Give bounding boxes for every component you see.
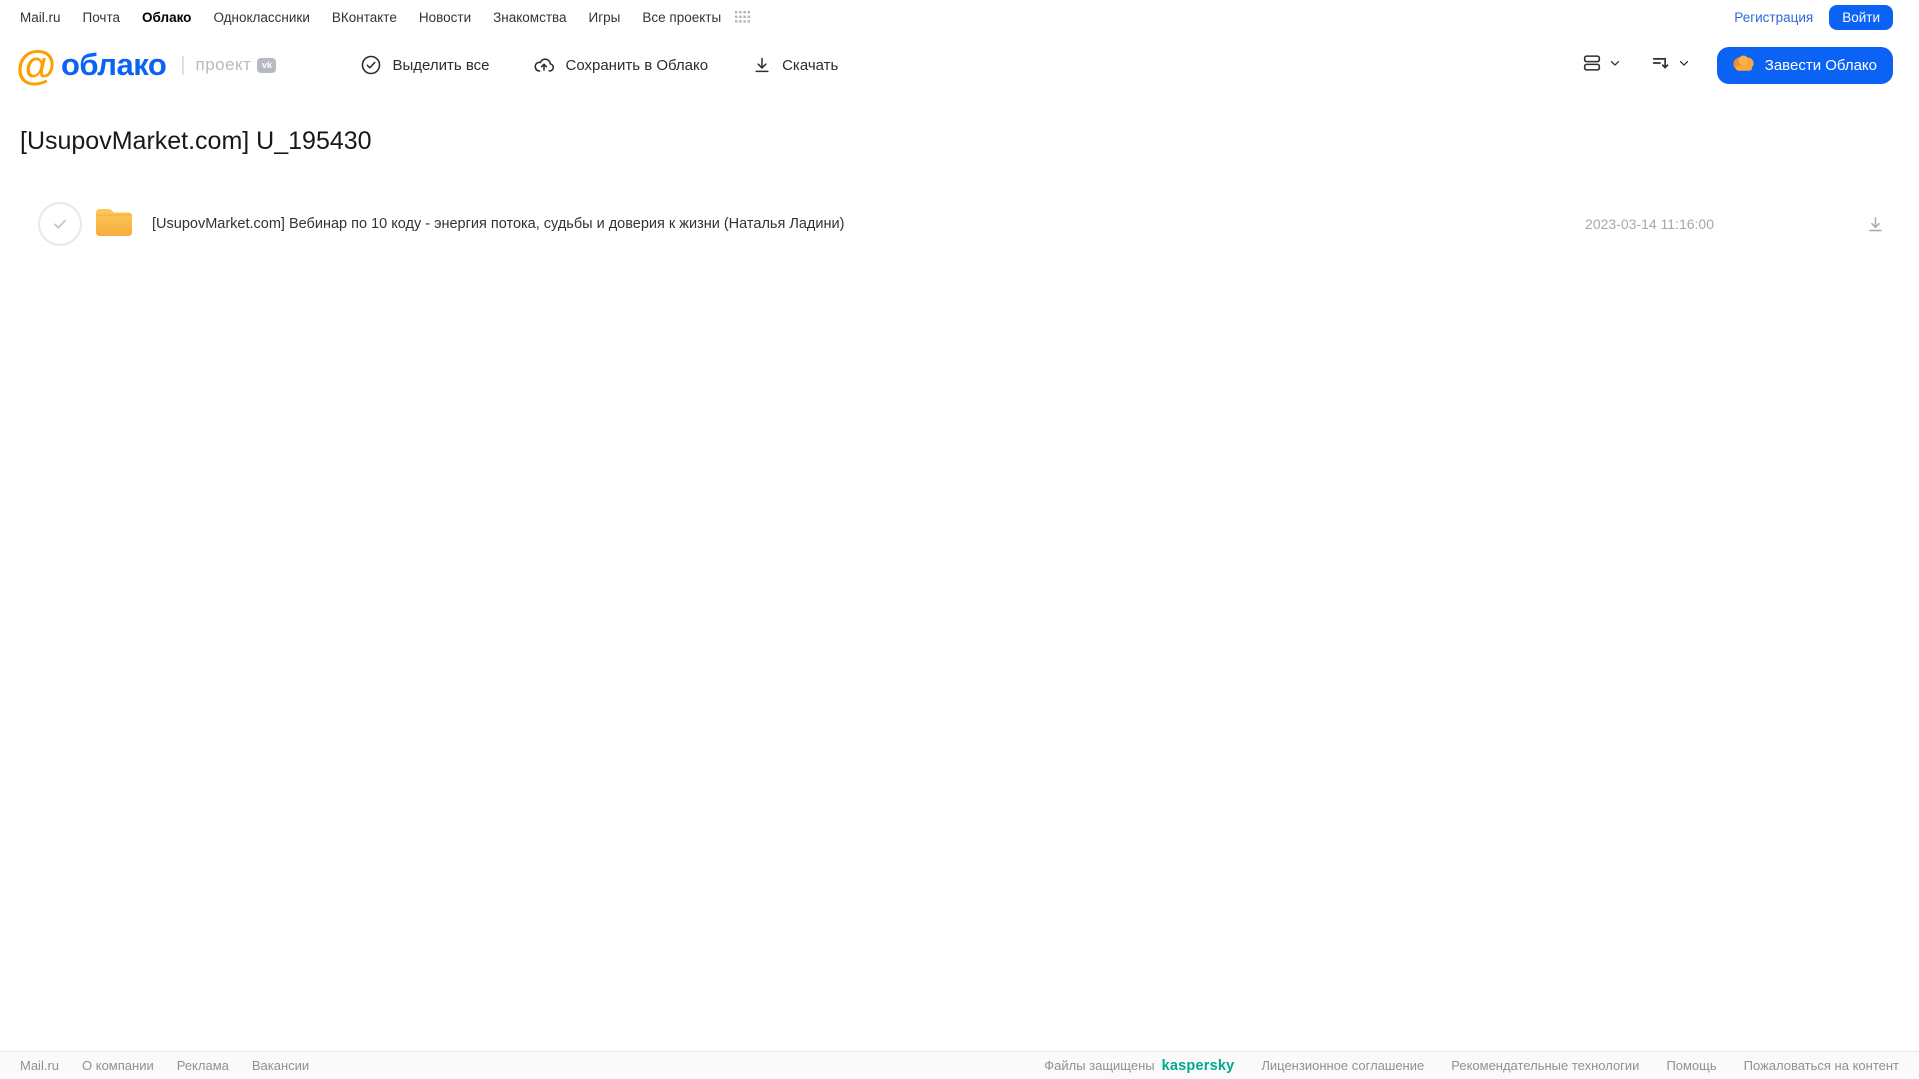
row-checkbox[interactable]: [38, 202, 82, 246]
topbar-link-dating[interactable]: Знакомства: [493, 10, 566, 25]
create-cloud-label: Завести Облако: [1764, 56, 1877, 74]
cloud-icon: [1733, 55, 1756, 75]
save-to-cloud-label: Сохранить в Облако: [565, 56, 709, 74]
save-to-cloud-button[interactable]: Сохранить в Облако: [533, 54, 708, 76]
kaspersky-protection: Файлы защищены kaspersky: [1044, 1058, 1234, 1074]
cloud-logo[interactable]: @ облако | проект vk: [16, 42, 277, 88]
cloud-logo-text: облако: [60, 47, 167, 82]
chevron-down-icon: [1608, 56, 1622, 75]
check-circle-icon: [360, 54, 382, 76]
file-row[interactable]: [UsupovMarket.com] Вебинар по 10 коду - …: [0, 196, 1919, 252]
select-all-label: Выделить все: [392, 56, 490, 74]
kaspersky-protected-label: Файлы защищены: [1044, 1058, 1155, 1073]
topbar-link-vkontakte[interactable]: ВКонтакте: [332, 10, 397, 25]
project-label: проект: [195, 55, 252, 74]
file-name[interactable]: [UsupovMarket.com] Вебинар по 10 коду - …: [152, 216, 844, 232]
logo-separator: |: [180, 53, 186, 76]
row-download-icon[interactable]: [1866, 215, 1885, 234]
check-icon: [54, 219, 66, 229]
vk-badge-icon: vk: [257, 57, 277, 73]
download-label: Скачать: [782, 56, 839, 74]
topbar-link-mailru[interactable]: Mail.ru: [20, 10, 61, 25]
cloud-header-bar: @ облако | проект vk Выделить все Сохран…: [0, 34, 1919, 96]
file-toolbar: Выделить все Сохранить в Облако Скачать: [360, 54, 838, 76]
create-cloud-button[interactable]: Завести Облако: [1716, 46, 1893, 84]
download-icon: [752, 55, 772, 75]
footer-link-report-content[interactable]: Пожаловаться на контент: [1744, 1058, 1899, 1073]
topbar-link-news[interactable]: Новости: [419, 10, 471, 25]
cloud-upload-icon: [533, 54, 555, 76]
view-mode-toggle[interactable]: [1581, 52, 1622, 79]
file-date: 2023-03-14 11:16:00: [1585, 216, 1714, 232]
footer-link-ads[interactable]: Реклама: [177, 1058, 229, 1073]
topbar-link-games[interactable]: Игры: [589, 10, 621, 25]
footer-link-license[interactable]: Лицензионное соглашение: [1261, 1058, 1424, 1073]
mailru-at-icon: @: [16, 42, 56, 88]
topbar-link-odnoklassniki[interactable]: Одноклассники: [213, 10, 309, 25]
topbar-link-mail[interactable]: Почта: [83, 10, 121, 25]
footer-link-help[interactable]: Помощь: [1666, 1058, 1716, 1073]
list-view-icon: [1581, 52, 1603, 79]
footer-link-mailru[interactable]: Mail.ru: [20, 1058, 59, 1073]
sort-icon: [1650, 52, 1672, 79]
topbar-link-all-projects[interactable]: Все проекты: [642, 10, 721, 25]
topbar-auth-area: Регистрация Войти: [1734, 4, 1893, 30]
footer-link-about[interactable]: О компании: [82, 1058, 154, 1073]
page-title: [UsupovMarket.com] U_195430: [20, 127, 372, 155]
footer-link-jobs[interactable]: Вакансии: [252, 1058, 309, 1073]
topbar-link-cloud[interactable]: Облако: [142, 10, 191, 25]
footer-link-recommendation-tech[interactable]: Рекомендательные технологии: [1451, 1058, 1639, 1073]
folder-icon: [94, 205, 134, 244]
sort-order-toggle[interactable]: [1650, 52, 1691, 79]
login-button[interactable]: Войти: [1829, 4, 1893, 30]
all-projects-grid-icon[interactable]: [735, 11, 751, 23]
footer-right-links: Файлы защищены kaspersky Лицензионное со…: [1044, 1058, 1899, 1074]
select-all-button[interactable]: Выделить все: [360, 54, 489, 76]
download-button[interactable]: Скачать: [752, 55, 838, 75]
chevron-down-icon: [1677, 56, 1691, 75]
portal-topbar: Mail.ru Почта Облако Одноклассники ВКонт…: [0, 0, 1919, 34]
header-right-controls: Завести Облако: [1581, 46, 1893, 84]
kaspersky-logo[interactable]: kaspersky: [1162, 1058, 1235, 1074]
registration-link[interactable]: Регистрация: [1734, 10, 1813, 25]
footer: Mail.ru О компании Реклама Вакансии Файл…: [0, 1051, 1919, 1079]
